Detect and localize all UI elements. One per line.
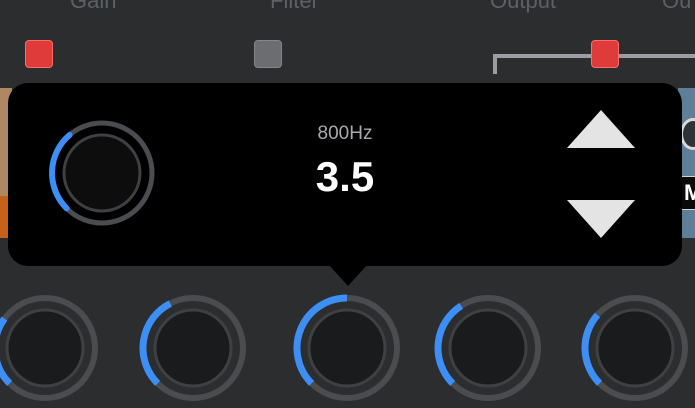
bottom-knob-1[interactable] <box>0 288 105 408</box>
triangle-up-icon <box>567 110 635 148</box>
right-strip-knob-icon <box>680 118 695 150</box>
header-label-3: Output <box>490 0 557 13</box>
decrement-button[interactable] <box>565 198 637 240</box>
routing-line-vertical <box>493 54 497 74</box>
header-label-2: Filter <box>270 0 319 13</box>
value-popup: 800Hz 3.5 <box>8 83 682 266</box>
bottom-knob-3[interactable] <box>287 288 407 408</box>
right-strip-badge-letter: M <box>684 177 695 209</box>
triangle-down-icon <box>567 200 635 238</box>
header-label-4: Ou <box>662 0 692 13</box>
increment-button[interactable] <box>565 108 637 150</box>
middle-toggle-button[interactable] <box>254 40 282 68</box>
right-strip-badge: M <box>681 176 695 210</box>
bottom-knob-2[interactable] <box>133 288 253 408</box>
header-label-1: Gain <box>70 0 117 13</box>
value-readout: 3.5 <box>315 153 375 200</box>
bottom-knob-5[interactable] <box>575 288 695 408</box>
header-labels: Gain Filter Output Ou <box>0 0 695 13</box>
right-toggle-button[interactable] <box>591 40 619 68</box>
popup-pointer <box>328 264 368 286</box>
left-toggle-button[interactable] <box>25 40 53 68</box>
bottom-knob-4[interactable] <box>428 288 548 408</box>
